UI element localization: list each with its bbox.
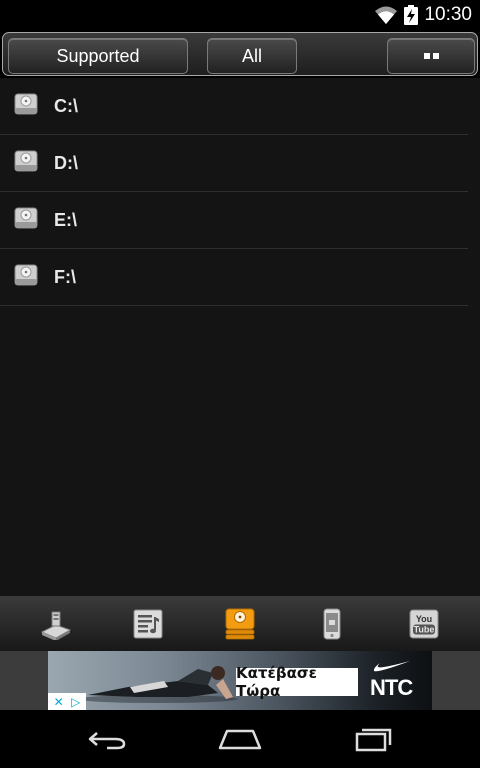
youtube-icon: You Tube	[409, 609, 439, 638]
hard-drive-icon	[14, 93, 38, 115]
drive-label: E:\	[54, 210, 78, 230]
network-icon	[40, 611, 72, 640]
back-button[interactable]	[77, 719, 137, 759]
drive-item-f[interactable]: F:\	[0, 249, 468, 306]
ad-choices-badge[interactable]: ✕ ▷	[48, 693, 86, 710]
drive-item-c[interactable]: C:\	[0, 78, 468, 135]
ad-info-icon[interactable]: ▷	[71, 696, 80, 708]
drives-button[interactable]	[220, 604, 260, 644]
drive-label: C:\	[54, 96, 78, 116]
device-button[interactable]	[312, 604, 352, 644]
status-bar: 10:30	[0, 0, 480, 30]
drive-label: D:\	[54, 153, 78, 173]
drive-label: F:\	[54, 267, 76, 287]
bottom-toolbar: You Tube	[0, 596, 480, 651]
close-ad-icon[interactable]: ✕	[54, 696, 64, 708]
recents-button[interactable]	[343, 719, 403, 759]
view-toggle-button[interactable]	[387, 38, 475, 74]
hard-drive-icon	[14, 207, 38, 229]
device-icon	[323, 608, 341, 639]
ad-brand-logo: NTC	[368, 657, 420, 705]
swoosh-icon	[373, 661, 410, 672]
filter-bar: Supported All	[0, 30, 480, 78]
network-button[interactable]	[36, 604, 76, 644]
drive-list: C:\ D:\ E:\ F:\	[0, 78, 480, 596]
home-icon	[218, 729, 262, 750]
playlist-icon	[133, 609, 163, 638]
svg-text:Tube: Tube	[414, 624, 435, 634]
wifi-icon	[375, 6, 398, 24]
recents-icon	[356, 728, 392, 752]
home-button[interactable]	[210, 719, 270, 759]
filter-frame: Supported All	[2, 32, 478, 76]
ad-brand-text: NTC	[370, 675, 413, 700]
clock: 10:30	[424, 4, 472, 25]
grid-dots-icon	[423, 53, 439, 59]
svg-text:You: You	[416, 614, 432, 624]
all-filter-button[interactable]: All	[207, 38, 297, 74]
drives-icon	[225, 608, 255, 639]
back-icon	[88, 732, 125, 750]
ad-banner[interactable]: Κατέβασε Τώρα NTC	[48, 651, 432, 710]
battery-charging-icon	[404, 5, 419, 25]
ad-cta-button[interactable]: Κατέβασε Τώρα	[236, 664, 358, 700]
hard-drive-icon	[14, 150, 38, 172]
supported-filter-button[interactable]: Supported	[8, 38, 188, 74]
drive-item-e[interactable]: E:\	[0, 192, 468, 249]
youtube-button[interactable]: You Tube	[404, 604, 444, 644]
hard-drive-icon	[14, 264, 38, 286]
playlist-button[interactable]	[128, 604, 168, 644]
ad-athlete-image	[78, 666, 238, 703]
system-nav-bar	[0, 710, 480, 768]
drive-item-d[interactable]: D:\	[0, 135, 468, 192]
